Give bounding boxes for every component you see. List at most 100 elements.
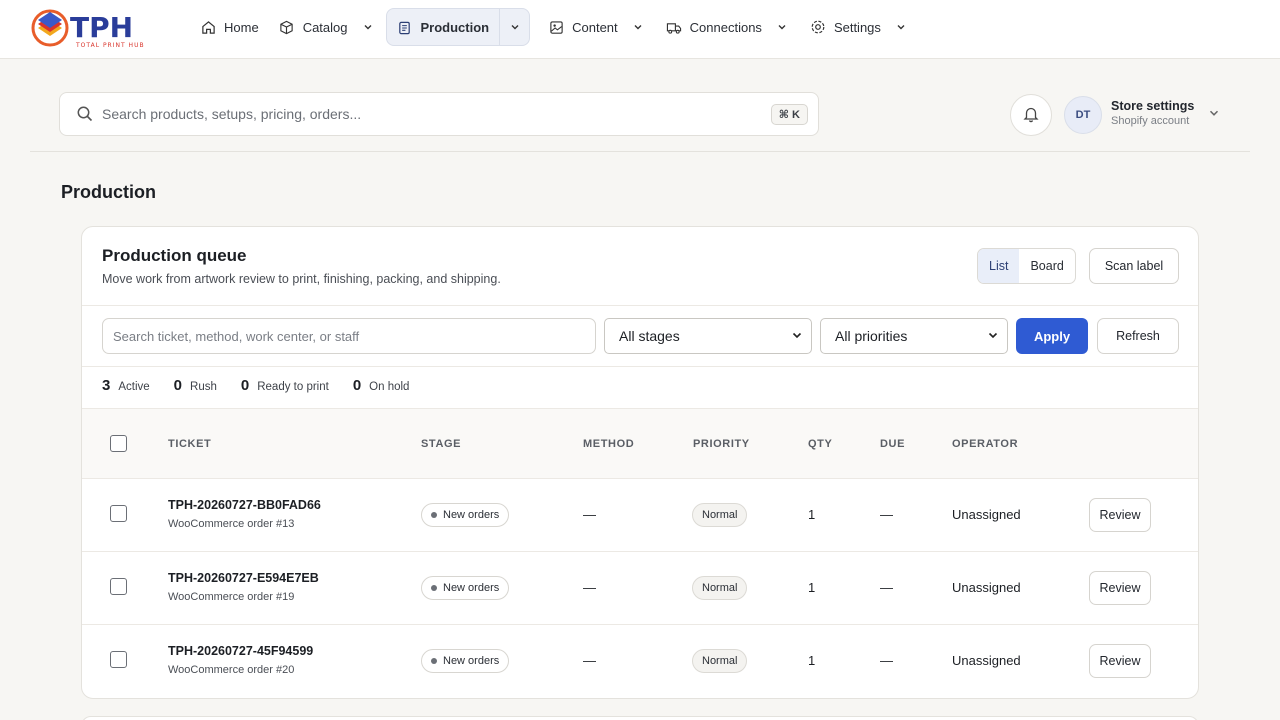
queue-stats: 3 Active 0 Rush 0 Ready to print 0 On ho… — [102, 377, 433, 394]
operator-value: Unassigned — [952, 653, 1021, 668]
notifications-button[interactable] — [1010, 94, 1052, 136]
search-icon — [76, 105, 94, 123]
nav-settings[interactable]: Settings — [800, 8, 919, 46]
production-queue-card: Production queue Move work from artwork … — [81, 226, 1199, 699]
method-value: — — [583, 580, 596, 595]
chevron-down-icon[interactable] — [360, 19, 376, 35]
stat-value: 0 — [173, 377, 183, 394]
chevron-down-icon[interactable] — [499, 9, 529, 45]
due-value: — — [880, 507, 893, 522]
chevron-down-icon[interactable] — [1207, 106, 1223, 122]
image-icon — [548, 19, 564, 35]
chevron-down-icon[interactable] — [630, 19, 646, 35]
col-ticket[interactable]: TICKET — [168, 438, 211, 450]
due-value: — — [880, 580, 893, 595]
col-priority[interactable]: PRIORITY — [693, 438, 750, 450]
store-subtitle: Shopify account — [1111, 115, 1190, 127]
clipboard-icon — [397, 19, 413, 35]
top-nav: TPH TOTAL PRINT HUB Home Catalog Product… — [0, 0, 1280, 59]
store-title: Store settings — [1111, 99, 1195, 113]
nav-home[interactable]: Home — [190, 8, 269, 46]
stage-label: New orders — [443, 655, 500, 667]
card-subtitle: Move work from artwork review to print, … — [102, 272, 501, 286]
table-row[interactable]: TPH-20260727-45F94599 WooCommerce order … — [82, 625, 1198, 698]
select-all-checkbox[interactable] — [110, 435, 127, 452]
stage-label: New orders — [443, 582, 500, 594]
view-board-button[interactable]: Board — [1019, 249, 1074, 283]
col-operator[interactable]: OPERATOR — [952, 438, 1018, 450]
avatar[interactable]: DT — [1064, 96, 1102, 134]
main-nav: Home Catalog Production Content Connecti… — [190, 8, 919, 46]
view-list-button[interactable]: List — [978, 249, 1020, 283]
nav-catalog[interactable]: Catalog — [269, 8, 386, 46]
col-method[interactable]: METHOD — [583, 438, 634, 450]
stage-badge: New orders — [421, 576, 510, 600]
stage-select[interactable]: All stages — [604, 318, 812, 354]
svg-text:TPH: TPH — [70, 11, 133, 44]
stat-on-hold: 0 On hold — [353, 377, 410, 394]
priority-select-value: All priorities — [835, 328, 908, 344]
bell-icon — [1022, 105, 1040, 126]
nav-connections-label: Connections — [689, 19, 762, 35]
stage-badge: New orders — [421, 649, 510, 673]
review-button[interactable]: Review — [1089, 498, 1151, 532]
search-input[interactable]: Search products, setups, pricing, orders… — [102, 106, 771, 122]
stat-value: 3 — [102, 377, 111, 394]
ticket-source: WooCommerce order #20 — [168, 664, 295, 676]
qty-value: 1 — [808, 507, 816, 522]
col-due[interactable]: DUE — [880, 438, 905, 450]
operator-value: Unassigned — [952, 580, 1021, 595]
nav-settings-label: Settings — [833, 19, 881, 35]
ticket-id[interactable]: TPH-20260727-E594E7EB — [168, 571, 319, 585]
col-stage[interactable]: STAGE — [421, 438, 461, 450]
review-button[interactable]: Review — [1089, 571, 1151, 605]
qty-value: 1 — [808, 580, 816, 595]
col-qty[interactable]: QTY — [808, 438, 832, 450]
stat-label: On hold — [369, 381, 410, 393]
priority-badge: Normal — [692, 649, 748, 673]
nav-home-label: Home — [224, 19, 259, 35]
svg-text:TOTAL PRINT HUB: TOTAL PRINT HUB — [75, 42, 145, 49]
method-value: — — [583, 507, 596, 522]
stat-label: Rush — [190, 381, 217, 393]
stage-badge: New orders — [421, 503, 510, 527]
apply-button[interactable]: Apply — [1016, 318, 1088, 354]
table-row[interactable]: TPH-20260727-E594E7EB WooCommerce order … — [82, 552, 1198, 625]
stage-select-value: All stages — [619, 328, 680, 344]
nav-production-label: Production — [420, 19, 490, 35]
nav-content[interactable]: Content — [538, 8, 656, 46]
priority-badge: Normal — [692, 576, 748, 600]
refresh-button[interactable]: Refresh — [1097, 318, 1179, 354]
table-row[interactable]: TPH-20260727-BB0FAD66 WooCommerce order … — [82, 479, 1198, 552]
header-divider — [30, 151, 1250, 152]
review-button[interactable]: Review — [1089, 644, 1151, 678]
chevron-down-icon[interactable] — [774, 19, 790, 35]
row-checkbox[interactable] — [110, 505, 127, 522]
due-value: — — [880, 653, 893, 668]
stat-label: Active — [118, 381, 150, 393]
row-checkbox[interactable] — [110, 578, 127, 595]
home-icon — [200, 19, 216, 35]
global-search[interactable]: Search products, setups, pricing, orders… — [59, 92, 819, 136]
ticket-id[interactable]: TPH-20260727-45F94599 — [168, 644, 313, 658]
status-dot — [431, 512, 437, 518]
priority-select[interactable]: All priorities — [820, 318, 1008, 354]
method-value: — — [583, 653, 596, 668]
ticket-source: WooCommerce order #13 — [168, 518, 295, 530]
store-switcher[interactable]: Store settings Shopify account — [1111, 99, 1194, 127]
stat-active: 3 Active — [102, 377, 150, 394]
nav-connections[interactable]: Connections — [656, 8, 800, 46]
brand-logo[interactable]: TPH TOTAL PRINT HUB — [30, 6, 154, 50]
nav-production[interactable]: Production — [385, 8, 531, 46]
stat-rush: 0 Rush — [174, 377, 217, 394]
box-icon — [279, 19, 295, 35]
row-checkbox[interactable] — [110, 651, 127, 668]
nav-catalog-label: Catalog — [302, 19, 348, 35]
nav-content-label: Content — [572, 19, 618, 35]
scan-label-button[interactable]: Scan label — [1089, 248, 1179, 284]
ticket-id[interactable]: TPH-20260727-BB0FAD66 — [168, 498, 321, 512]
truck-icon — [666, 19, 682, 35]
priority-badge: Normal — [692, 503, 748, 527]
chevron-down-icon[interactable] — [893, 19, 909, 35]
queue-search-input[interactable]: Search ticket, method, work center, or s… — [102, 318, 596, 354]
